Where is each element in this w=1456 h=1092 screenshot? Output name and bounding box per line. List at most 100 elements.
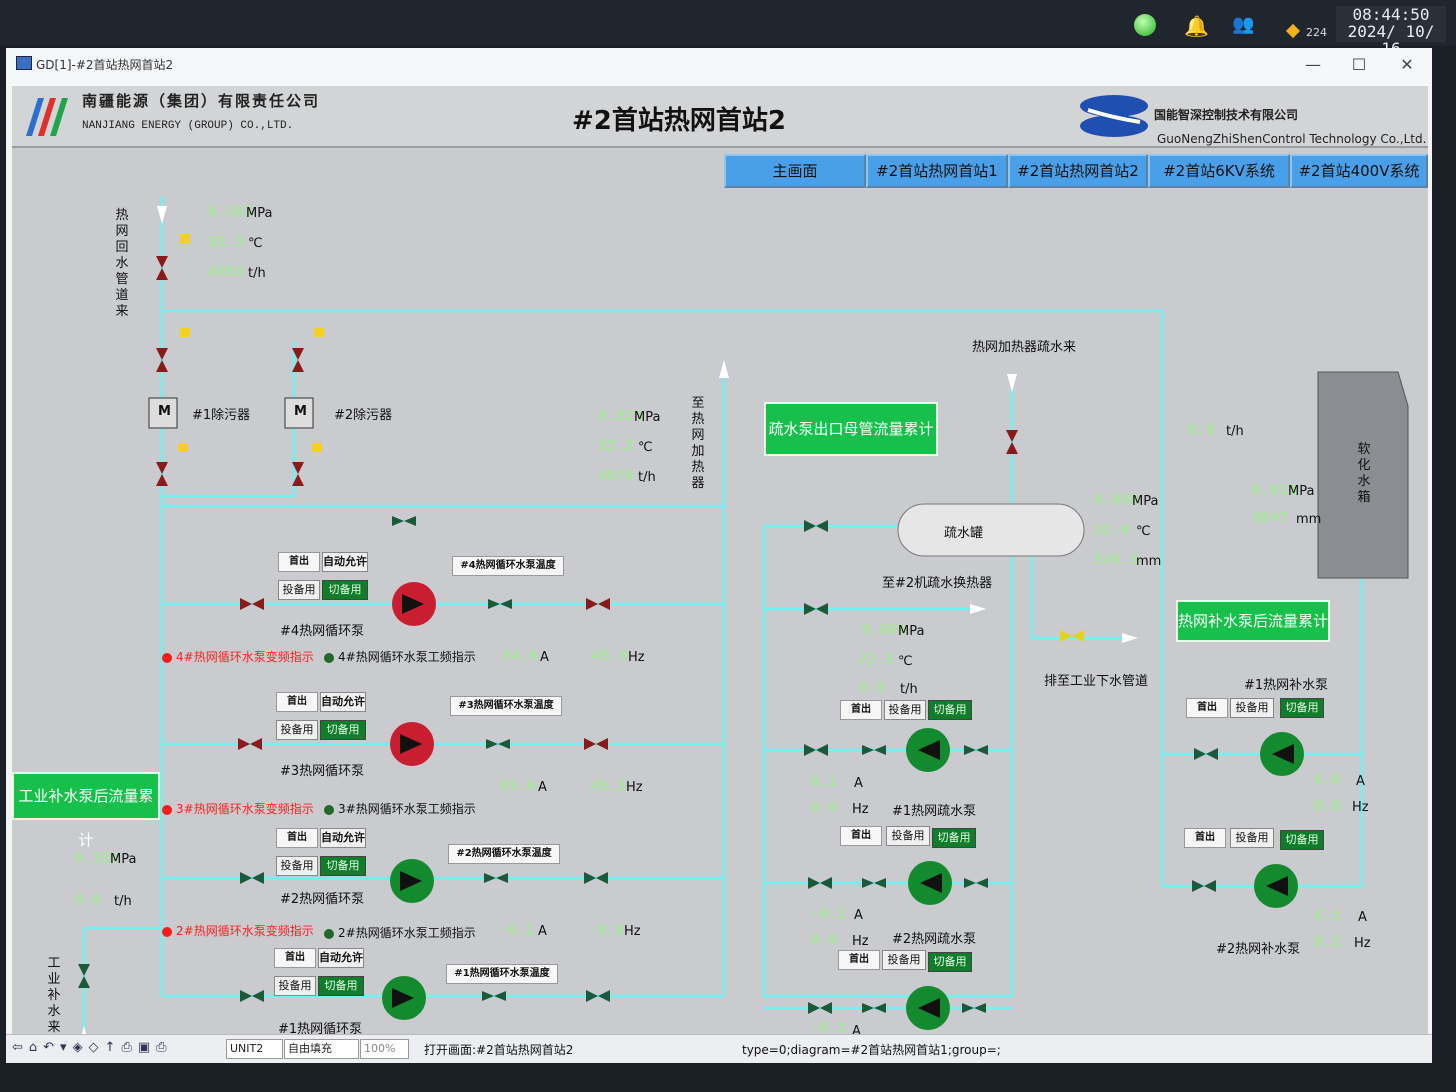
drain-cut-1[interactable]: 切备用: [928, 700, 972, 720]
makeup-hz-2-unit: Hz: [1354, 936, 1371, 951]
makeup-cut-2[interactable]: 切备用: [1280, 830, 1324, 850]
heater-flow-unit: t/h: [638, 470, 656, 485]
cut-standby-1[interactable]: 切备用: [318, 976, 364, 996]
vfd-ind-3: 3#热网循环水泵变频指示: [162, 800, 314, 817]
standby-3[interactable]: 投备用: [276, 720, 318, 740]
first-out-4[interactable]: 首出: [278, 552, 320, 572]
exchanger-temp: 22.5: [858, 652, 895, 669]
makeup-standby-2[interactable]: 投备用: [1230, 828, 1274, 848]
drain-cut-2[interactable]: 切备用: [932, 828, 976, 848]
first-out-1[interactable]: 首出: [274, 948, 316, 968]
users-icon[interactable]: 👥: [1232, 14, 1260, 36]
temp-btn-1[interactable]: #1热网循环水泵温度: [446, 964, 558, 984]
makeup-cut-1[interactable]: 切备用: [1280, 698, 1324, 718]
fill-select[interactable]: 自由填充: [284, 1039, 359, 1059]
hz-3-unit: Hz: [626, 780, 643, 795]
drain-hz-2: 0.0: [810, 932, 838, 949]
drain-current-2: -0.1: [810, 906, 847, 923]
maximize-icon[interactable]: ☐: [1344, 54, 1374, 76]
drain-first-3[interactable]: 首出: [838, 950, 880, 970]
makeup-first-1[interactable]: 首出: [1186, 698, 1228, 718]
drain-source-flow-unit: t/h: [1226, 424, 1244, 439]
standby-1[interactable]: 投备用: [274, 976, 316, 996]
hz-4-unit: Hz: [628, 650, 645, 665]
auto-allow-2[interactable]: 自动允许: [320, 828, 366, 848]
drain-standby-2[interactable]: 投备用: [886, 826, 930, 846]
tank-level-unit: mm: [1136, 554, 1162, 569]
drain-standby-3[interactable]: 投备用: [882, 950, 926, 970]
zoom-select[interactable]: 100%: [360, 1039, 409, 1059]
drain-source-flow: 0.0: [1188, 422, 1216, 439]
freq-ind-2: 2#热网循环水泵工频指示: [324, 924, 476, 941]
clock-time: 08:44:50: [1352, 5, 1430, 24]
standby-2[interactable]: 投备用: [276, 856, 318, 876]
close-icon[interactable]: ✕: [1392, 54, 1422, 76]
return-flow-unit: t/h: [248, 266, 266, 281]
cut-standby-2[interactable]: 切备用: [320, 856, 366, 876]
bell-icon[interactable]: 🔔: [1184, 14, 1209, 38]
cut-standby-3[interactable]: 切备用: [320, 720, 366, 740]
hz-2-unit: Hz: [624, 924, 641, 939]
auto-allow-1[interactable]: 自动允许: [318, 948, 364, 968]
return-pressure-unit: MPa: [246, 206, 273, 221]
drain-first-1[interactable]: 首出: [840, 700, 882, 720]
makeup-first-2[interactable]: 首出: [1184, 828, 1226, 848]
makeup-pump-2-name: #2热网补水泵: [1216, 942, 1301, 957]
temp-btn-3[interactable]: #3热网循环水泵温度: [450, 696, 562, 716]
vfd-ind-4: 4#热网循环水泵变频指示: [162, 648, 314, 665]
unit-select[interactable]: UNIT2: [226, 1039, 283, 1059]
exchanger-flow-unit: t/h: [900, 682, 918, 697]
first-out-2[interactable]: 首出: [276, 828, 318, 848]
temp-btn-4[interactable]: #4热网循环水泵温度: [452, 556, 564, 576]
auto-allow-3[interactable]: 自动允许: [320, 692, 366, 712]
industrial-label: 工业补水来: [47, 956, 61, 1034]
drain-standby-1[interactable]: 投备用: [884, 700, 926, 720]
current-2: -0.1: [498, 922, 535, 939]
to-heater-label: 至热网加热器: [691, 396, 705, 491]
makeup-current-2: 0.1: [1314, 908, 1342, 925]
circ-pump-4-name: #4热网循环泵: [280, 624, 365, 639]
current-2-unit: A: [538, 924, 547, 939]
drain-header-total-button[interactable]: 疏水泵出口母管流量累计: [764, 402, 938, 456]
drain-cut-3[interactable]: 切备用: [928, 952, 972, 972]
minimize-icon[interactable]: —: [1298, 54, 1328, 76]
status-ok-icon[interactable]: [1134, 14, 1156, 36]
circ-pump-1-name: #1热网循环泵: [278, 1022, 363, 1034]
coin-icon: [1285, 23, 1301, 39]
first-out-3[interactable]: 首出: [276, 692, 318, 712]
return-flow: 4656: [208, 264, 245, 281]
vfd-ind-2: 2#热网循环水泵变频指示: [162, 922, 314, 939]
circ-pump-2-name: #2热网循环泵: [280, 892, 365, 907]
filter-1-label[interactable]: #1除污器: [192, 404, 250, 423]
hz-3: 45.3: [590, 778, 627, 795]
makeup-current-2-unit: A: [1358, 910, 1367, 925]
makeup-total-button[interactable]: 热网补水泵后流量累计: [1176, 600, 1330, 642]
return-pipe-label: 热网回水管道来: [115, 208, 129, 319]
makeup-hz-1-unit: Hz: [1352, 800, 1369, 815]
current-4-unit: A: [540, 650, 549, 665]
standby-4[interactable]: 投备用: [278, 580, 320, 600]
system-clock[interactable]: 08:44:50 2024/ 10/ 16: [1336, 5, 1446, 57]
taskbar: 🔔 👥 224 08:44:50 2024/ 10/ 16: [0, 0, 1456, 57]
makeup-hz-2: 0.1: [1314, 934, 1342, 951]
makeup-hz-1: 0.0: [1314, 798, 1342, 815]
to-sewer-label: 排至工业下水管道: [1044, 674, 1149, 689]
makeup-standby-1[interactable]: 投备用: [1230, 698, 1274, 718]
window-titlebar[interactable]: GD[1]-#2首站热网首站2 — ☐ ✕: [6, 48, 1432, 86]
current-3: 93.6: [500, 778, 537, 795]
drain-current-3-unit: A: [852, 1024, 861, 1034]
toolbar-icons[interactable]: ⇦⌂↶▾◈◇↑⎙▣⎙: [12, 1040, 173, 1055]
cut-standby-4[interactable]: 切备用: [322, 580, 368, 600]
auto-allow-4[interactable]: 自动允许: [322, 552, 368, 572]
industrial-total-button[interactable]: 工业补水泵后流量累计: [12, 772, 160, 849]
soft-tank-pressure-unit: MPa: [1288, 484, 1315, 499]
temp-btn-2[interactable]: #2热网循环水泵温度: [448, 844, 560, 864]
soft-tank-level-unit: mm: [1296, 512, 1322, 527]
hz-4: 45.0: [592, 648, 629, 665]
to-exchanger-label: 至#2机疏水换热器: [882, 576, 993, 591]
drain-hz-2-unit: Hz: [852, 934, 869, 949]
window-title: GD[1]-#2首站热网首站2: [36, 58, 174, 72]
drain-first-2[interactable]: 首出: [840, 826, 882, 846]
filter-2-label[interactable]: #2除污器: [334, 404, 392, 423]
drain-current-2-unit: A: [854, 908, 863, 923]
